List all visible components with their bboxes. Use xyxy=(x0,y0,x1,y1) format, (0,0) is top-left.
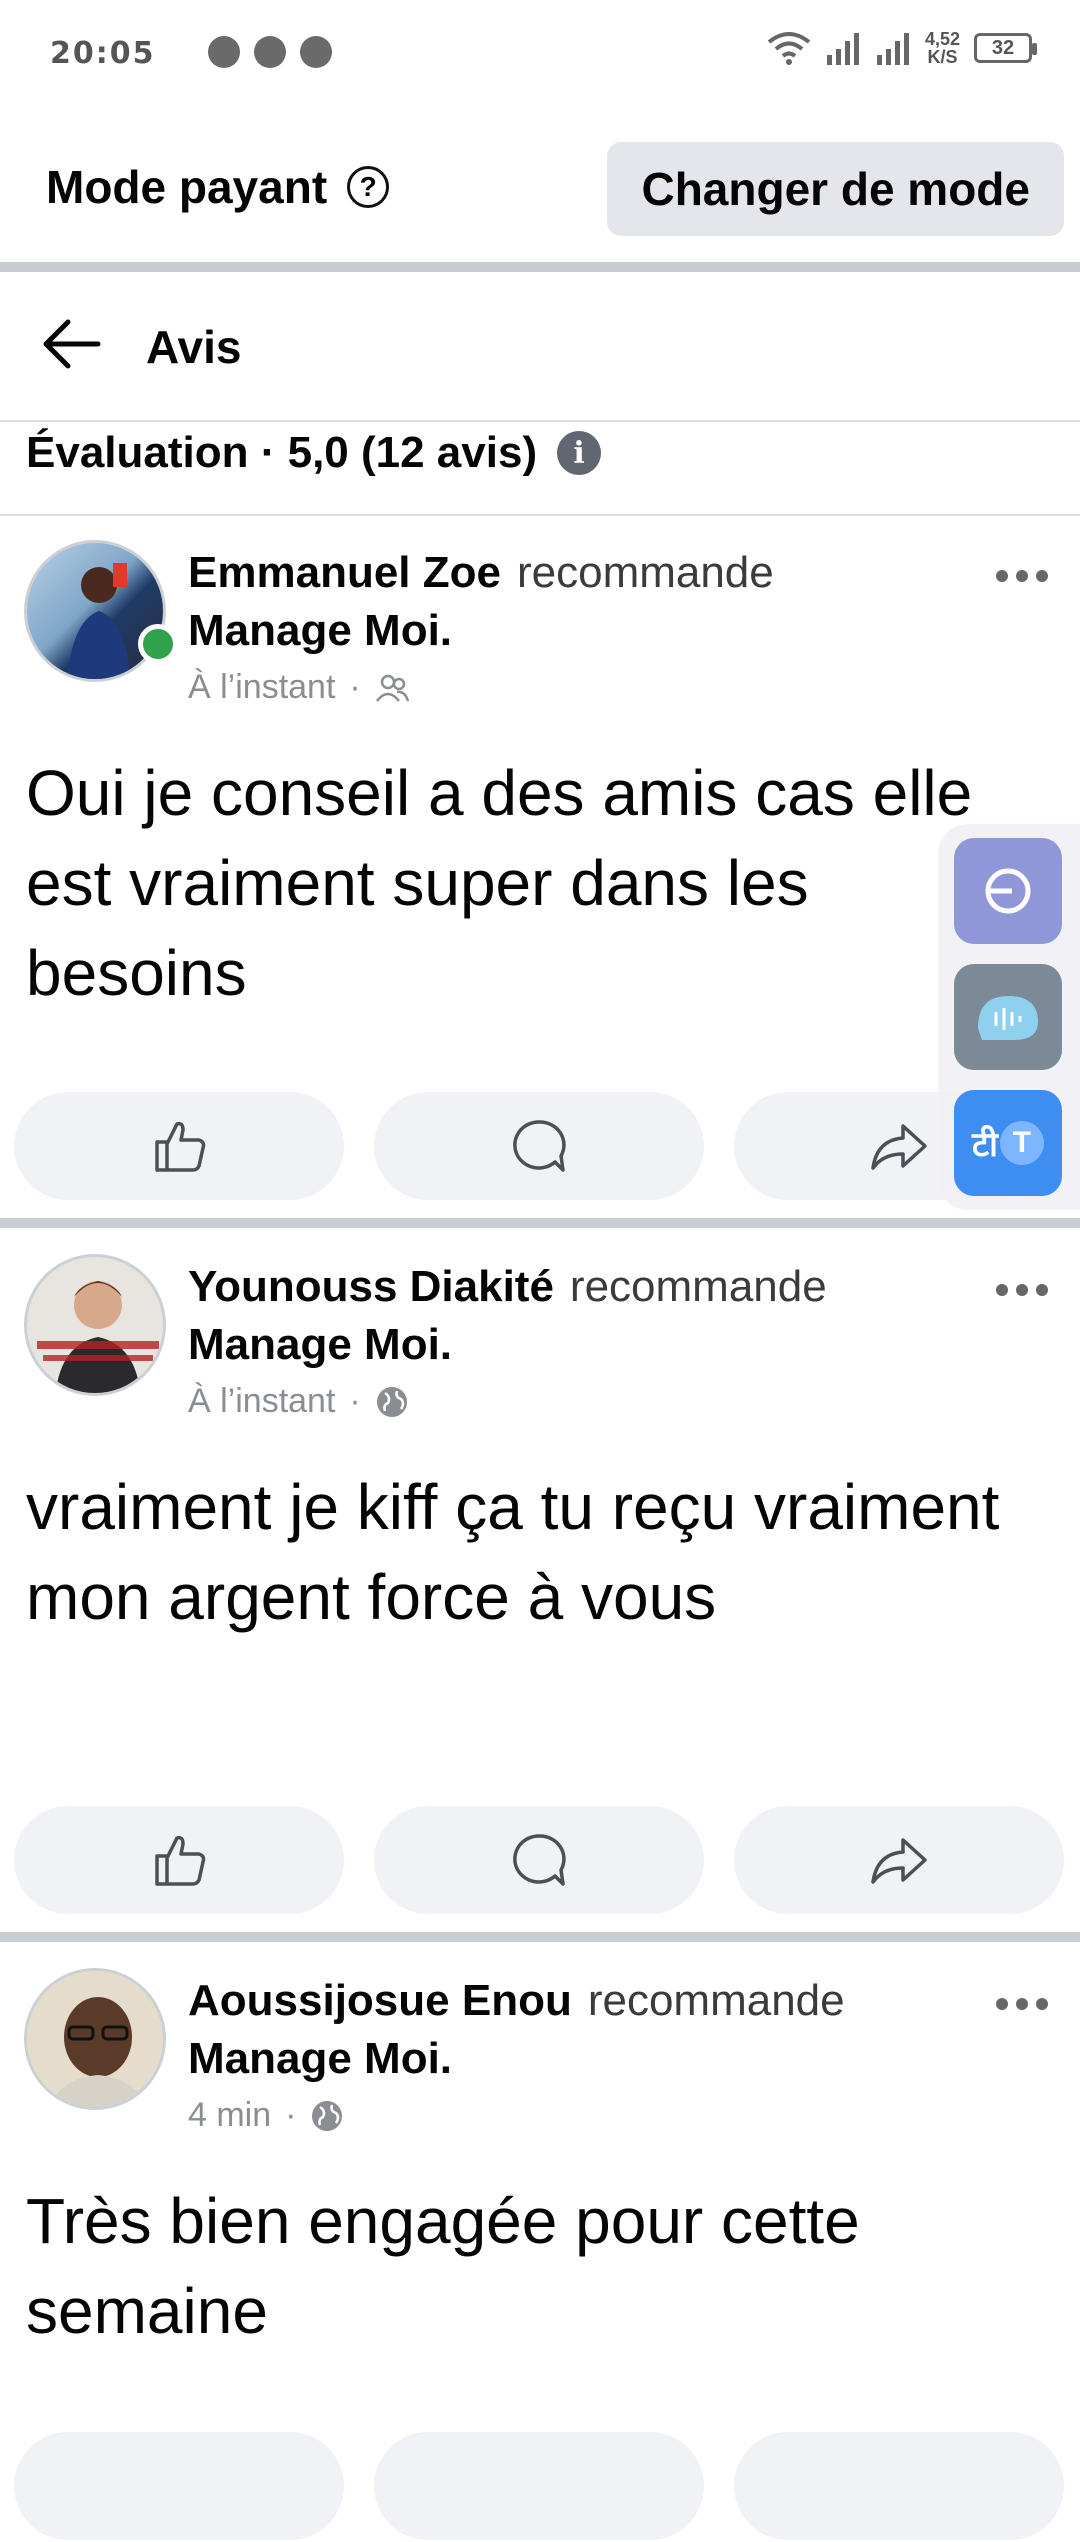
share-button[interactable] xyxy=(734,1806,1064,1914)
help-icon[interactable]: ? xyxy=(347,166,390,208)
like-button[interactable] xyxy=(14,1806,344,1914)
recommend-verb: recommande xyxy=(587,1976,845,2025)
network-speed: 4,52 K/S xyxy=(925,30,960,66)
review-card: Younouss Diakité recommande Manage Moi. À… xyxy=(0,1232,1080,1922)
review-meta: 4 min · xyxy=(188,2096,344,2135)
avatar[interactable] xyxy=(24,1968,166,2110)
more-options-icon[interactable] xyxy=(994,1996,1050,2012)
friends-icon xyxy=(375,674,409,702)
globe-icon xyxy=(376,1386,407,1417)
chat-icon xyxy=(208,36,240,68)
page-header: Avis xyxy=(0,272,1080,420)
divider xyxy=(0,1218,1080,1228)
review-meta: À l’instant · xyxy=(188,1382,409,1421)
notification-icons xyxy=(208,36,332,68)
comment-icon xyxy=(513,1120,566,1172)
review-meta: À l’instant · xyxy=(188,668,409,707)
floating-tools-panel: टी T xyxy=(938,824,1080,1210)
status-bar: 20:05 4,52 K/S 32 xyxy=(0,0,1080,110)
divider xyxy=(0,514,1080,516)
snapchat-icon xyxy=(254,36,286,68)
more-options-icon[interactable] xyxy=(994,568,1050,584)
translate-glyph-latin: T xyxy=(999,1121,1044,1165)
avatar[interactable] xyxy=(24,540,166,682)
reviewer-name[interactable]: Aoussijosue Enou xyxy=(188,1976,572,2025)
review-text: vraiment je kiff ça tu reçu vraiment mon… xyxy=(26,1471,1000,1633)
status-time: 20:05 xyxy=(50,36,156,71)
review-time[interactable]: À l’instant xyxy=(188,668,335,707)
status-right: 4,52 K/S 32 xyxy=(767,30,1037,66)
review-header: Younouss Diakité recommande xyxy=(188,1262,827,1312)
comment-button[interactable] xyxy=(374,1806,704,1914)
floating-record-button[interactable] xyxy=(954,838,1062,944)
translate-icon: टी T xyxy=(972,1120,1044,1166)
net-speed-value: 4,52 xyxy=(924,29,960,49)
page-name[interactable]: Manage Moi xyxy=(188,2034,440,2083)
sync-icon xyxy=(300,36,332,68)
signal-icon xyxy=(826,33,859,65)
divider xyxy=(0,1932,1080,1942)
change-mode-button[interactable]: Changer de mode xyxy=(607,142,1064,236)
floating-voice-button[interactable] xyxy=(954,964,1062,1070)
comment-icon xyxy=(513,1834,566,1886)
review-actions xyxy=(0,2432,1080,2542)
info-icon[interactable]: i xyxy=(557,431,602,475)
back-arrow-icon[interactable] xyxy=(42,318,102,370)
mode-bar: Mode payant ? Changer de mode xyxy=(0,130,1080,260)
page-title: Avis xyxy=(146,321,242,373)
reviewer-name[interactable]: Younouss Diakité xyxy=(188,1262,554,1311)
review-card: Emmanuel Zoe recommande Manage Moi. À l’i… xyxy=(0,518,1080,1208)
recommend-verb: recommande xyxy=(516,548,774,597)
floating-translate-button[interactable]: टी T xyxy=(954,1090,1062,1196)
divider xyxy=(0,262,1080,272)
wifi-icon xyxy=(767,32,811,65)
review-actions xyxy=(0,1092,1080,1202)
share-icon xyxy=(871,1124,927,1170)
review-header: Aoussijosue Enou recommande xyxy=(188,1976,845,2026)
page-name-line: Manage Moi. xyxy=(188,1320,453,1369)
recommend-verb: recommande xyxy=(569,1262,827,1311)
divider xyxy=(0,420,1080,422)
like-button[interactable] xyxy=(14,2432,344,2540)
signal-icon-2 xyxy=(876,33,909,65)
page-name[interactable]: Manage Moi xyxy=(188,1320,440,1369)
share-button[interactable] xyxy=(734,2432,1064,2540)
share-icon xyxy=(871,1838,927,1884)
globe-icon xyxy=(312,2100,343,2131)
more-options-icon[interactable] xyxy=(994,1282,1050,1298)
meta-separator: · xyxy=(285,2096,297,2134)
page-name-line: Manage Moi. xyxy=(188,2034,453,2083)
page-name[interactable]: Manage Moi xyxy=(188,606,440,655)
review-header: Emmanuel Zoe recommande xyxy=(188,548,774,598)
like-icon xyxy=(155,1835,206,1886)
like-icon xyxy=(155,1121,206,1172)
like-button[interactable] xyxy=(14,1092,344,1200)
mode-label-text: Mode payant xyxy=(46,161,328,213)
mode-label: Mode payant ? xyxy=(46,160,390,214)
page-name-line: Manage Moi. xyxy=(188,606,453,655)
net-speed-unit: K/S xyxy=(927,47,958,67)
review-card: Aoussijosue Enou recommande Manage Moi. 4… xyxy=(0,1946,1080,2540)
review-time[interactable]: 4 min xyxy=(188,2096,271,2135)
meta-separator: · xyxy=(349,1382,361,1420)
review-text: Très bien engagée pour cette semaine xyxy=(26,2185,860,2347)
battery-icon: 32 xyxy=(974,33,1037,63)
review-text: Oui je conseil a des amis cas elle est v… xyxy=(26,757,973,1009)
reviewer-name[interactable]: Emmanuel Zoe xyxy=(188,548,501,597)
voice-wave-icon xyxy=(978,996,1038,1040)
review-time[interactable]: À l’instant xyxy=(188,1382,335,1421)
comment-button[interactable] xyxy=(374,2432,704,2540)
meta-separator: · xyxy=(349,668,361,706)
online-status-badge xyxy=(138,624,178,664)
avatar[interactable] xyxy=(24,1254,166,1396)
screen-record-icon xyxy=(985,868,1031,914)
rating-text: Évaluation · 5,0 (12 avis) xyxy=(26,428,538,477)
review-actions xyxy=(0,1806,1080,1916)
translate-glyph-hindi: टी xyxy=(972,1125,998,1165)
comment-button[interactable] xyxy=(374,1092,704,1200)
rating-summary: Évaluation · 5,0 (12 avis) i xyxy=(26,428,602,478)
